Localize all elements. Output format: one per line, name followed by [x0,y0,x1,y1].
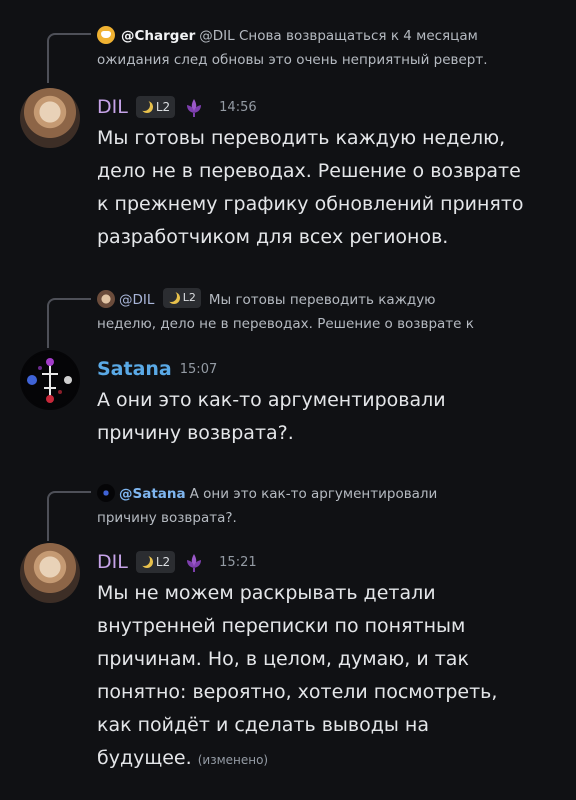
message-line: Мы не можем раскрывать детали [97,582,436,604]
reply-connector [47,298,91,348]
message-content: Мы не можем раскрывать детали внутренней… [97,577,567,777]
message-line-last: будущее. (изменено) [97,742,567,777]
timestamp: 14:56 [219,99,257,115]
timestamp: 15:07 [179,361,218,377]
reply-text: А они это как-то аргументировали [189,486,438,502]
message-line: как пойдёт и сделать выводы на [97,714,429,736]
guild-badge: L2 [162,288,201,308]
moon-icon [141,556,153,568]
moon-icon [141,101,153,113]
username[interactable]: Satana [97,358,172,380]
message-line: разработчиком для всех регионов. [97,226,449,248]
reply-text-cont: причину возврата?. [97,510,237,526]
reply-preview[interactable]: @DIL L2 Мы готовы переводить каждую недел… [97,288,562,336]
sigil-icon [22,352,78,408]
mini-avatar [97,290,115,308]
badge-label: L2 [182,291,196,304]
message-line: к прежнему графику обновлений принято [97,193,524,215]
message-line: А они это как-то аргументировали [97,389,446,411]
reply-author[interactable]: @DIL [119,292,154,308]
avatar[interactable] [20,350,80,410]
message-line: будущее. [97,747,192,769]
username[interactable]: DIL [97,96,128,118]
badge-label: L2 [155,100,171,114]
message-line: Мы готовы переводить каждую неделю, [97,127,506,149]
reply-connector [47,491,91,541]
reply-preview[interactable]: @Satana А они это как-то аргументировали … [97,482,562,530]
message-line: причинам. Но, в целом, думаю, и так [97,648,469,670]
timestamp: 15:21 [219,554,257,570]
reply-connector [47,33,91,83]
message-header: DIL L2 14:56 [97,92,257,122]
message-line: причину возврата?. [97,422,294,444]
guild-badge[interactable]: L2 [135,551,176,573]
message-line: понятно: вероятно, хотели посмотреть, [97,681,498,703]
message-line: внутренней переписки по понятным [97,615,466,637]
reply-text: Мы готовы переводить каждую [208,292,436,308]
guild-badge[interactable]: L2 [135,96,176,118]
avatar[interactable] [20,88,80,148]
moon-icon [168,292,180,304]
mini-avatar [97,484,115,502]
reply-author[interactable]: @Satana [119,486,186,502]
message-content: А они это как-то аргументировали причину… [97,384,567,450]
reply-author[interactable]: @Charger [121,28,195,44]
reply-preview[interactable]: @Charger @DIL Снова возвращаться к 4 меся… [97,24,562,72]
avatar[interactable] [20,543,80,603]
badge-label: L2 [155,555,171,569]
edited-label: (изменено) [197,753,269,767]
lotus-role-icon[interactable] [183,96,205,118]
reply-text-cont: неделю, дело не в переводах. Решение о в… [97,316,474,332]
reply-text-cont: ожидания след обновы это очень неприятны… [97,52,488,68]
message-header: Satana 15:07 [97,354,217,384]
username[interactable]: DIL [97,551,128,573]
message-content: Мы готовы переводить каждую неделю, дело… [97,122,567,254]
message-header: DIL L2 15:21 [97,547,257,577]
message-line: дело не в переводах. Решение о возврате [97,160,521,182]
discord-icon [97,26,115,44]
lotus-role-icon[interactable] [183,551,205,573]
reply-text: @DIL Снова возвращаться к 4 месяцам [199,28,478,44]
